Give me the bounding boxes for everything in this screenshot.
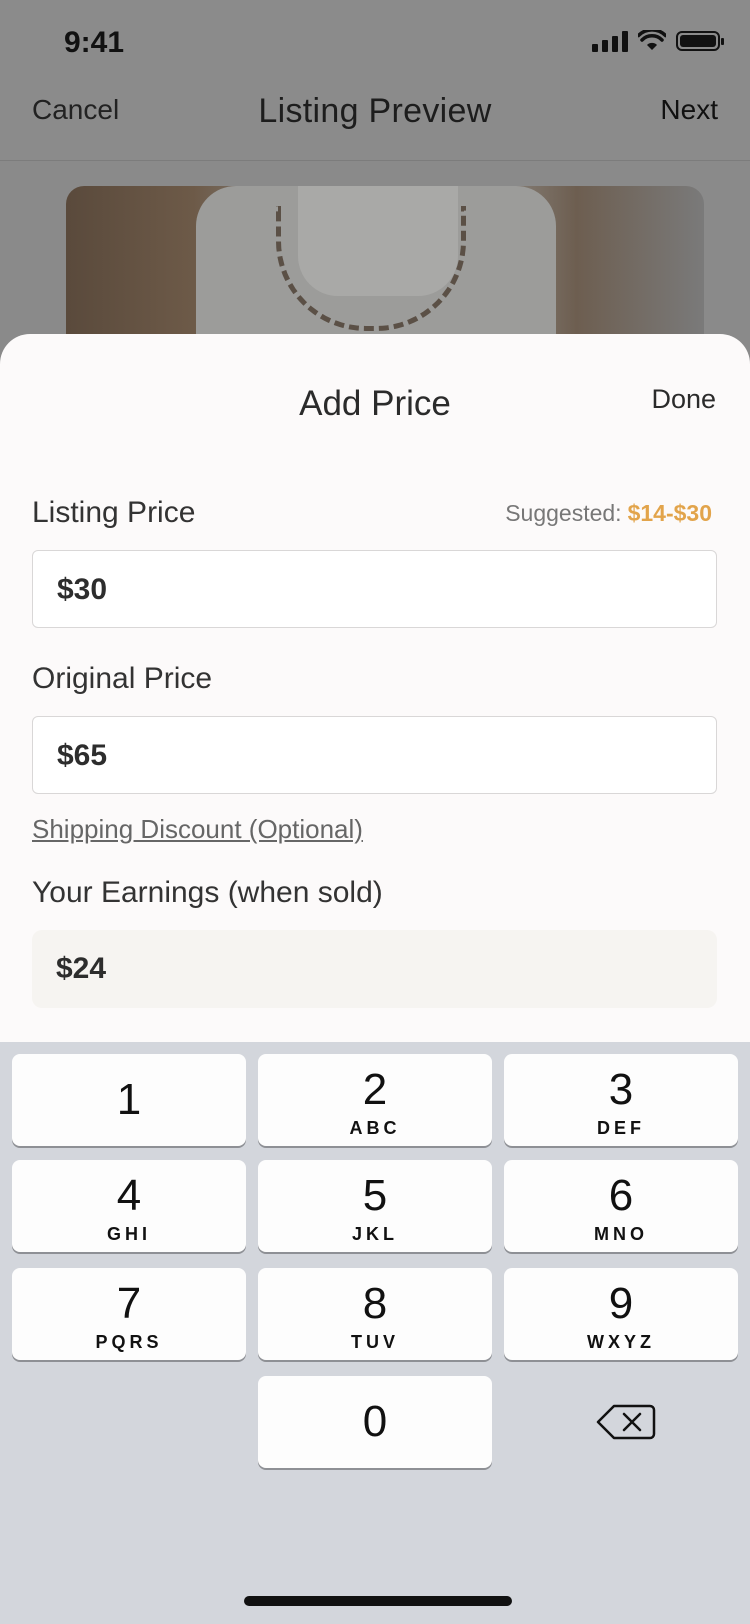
key-8[interactable]: 8 TUV	[258, 1268, 492, 1360]
key-digit: 6	[608, 1171, 634, 1220]
key-digit: 7	[116, 1279, 142, 1328]
battery-icon	[676, 31, 724, 51]
suggested-range: $14-$30	[627, 500, 712, 526]
earnings-label: Your Earnings (when sold)	[32, 876, 383, 909]
earnings-value: $24	[56, 952, 107, 985]
status-icons	[592, 30, 724, 52]
key-4[interactable]: 4 GHI	[12, 1160, 246, 1252]
key-letters: WXYZ	[587, 1332, 655, 1352]
original-price-label: Original Price	[32, 662, 213, 695]
suggested-label: Suggested:	[505, 500, 622, 526]
key-letters: GHI	[106, 1224, 151, 1244]
key-9[interactable]: 9 WXYZ	[504, 1268, 738, 1360]
key-digit: 2	[362, 1065, 388, 1114]
key-6[interactable]: 6 MNO	[504, 1160, 738, 1252]
shipping-discount-link[interactable]: Shipping Discount (Optional)	[32, 814, 363, 845]
key-letters: MNO	[594, 1224, 648, 1244]
key-letters: DEF	[597, 1118, 645, 1138]
key-letters: PQRS	[95, 1332, 163, 1352]
wifi-icon	[638, 30, 666, 50]
suggested-price: Suggested: $14-$30	[505, 500, 712, 527]
next-button[interactable]: Next	[660, 94, 718, 126]
key-letters: ABC	[349, 1118, 401, 1138]
key-digit: 9	[608, 1279, 634, 1328]
earnings-display: $24	[32, 930, 717, 1008]
original-price-input[interactable]: $65	[32, 716, 717, 794]
listing-price-input[interactable]: $30	[32, 550, 717, 628]
key-7[interactable]: 7 PQRS	[12, 1268, 246, 1360]
numeric-keypad: 1 2 ABC 3 DEF 4 GHI 5 JKL 6 MNO 7 PQRS 8…	[0, 1042, 750, 1624]
status-time: 9:41	[64, 26, 125, 59]
key-5[interactable]: 5 JKL	[258, 1160, 492, 1252]
key-digit: 0	[362, 1397, 388, 1446]
cellular-signal-icon	[592, 30, 628, 52]
listing-price-label: Listing Price	[32, 496, 196, 529]
original-price-value: $65	[57, 739, 108, 772]
key-2[interactable]: 2 ABC	[258, 1054, 492, 1146]
home-indicator	[244, 1596, 512, 1606]
page-title: Listing Preview	[258, 92, 492, 130]
key-letters: JKL	[351, 1224, 398, 1244]
nav-bar: Cancel Listing Preview Next	[0, 88, 750, 161]
listing-price-value: $30	[57, 573, 108, 606]
key-digit: 8	[362, 1279, 388, 1328]
key-letters: TUV	[351, 1332, 399, 1352]
done-button[interactable]: Done	[651, 384, 716, 415]
key-digit: 5	[362, 1171, 388, 1220]
backspace-icon[interactable]	[596, 1402, 656, 1442]
key-digit: 4	[116, 1171, 142, 1220]
key-digit: 1	[116, 1075, 142, 1124]
key-3[interactable]: 3 DEF	[504, 1054, 738, 1146]
sheet-title: Add Price	[299, 384, 451, 423]
add-price-sheet: Add Price Done Listing Price Suggested: $…	[0, 334, 750, 1042]
key-digit: 3	[608, 1065, 634, 1114]
key-1[interactable]: 1	[12, 1054, 246, 1146]
key-0[interactable]: 0	[258, 1376, 492, 1468]
status-bar: 9:41	[0, 0, 750, 88]
